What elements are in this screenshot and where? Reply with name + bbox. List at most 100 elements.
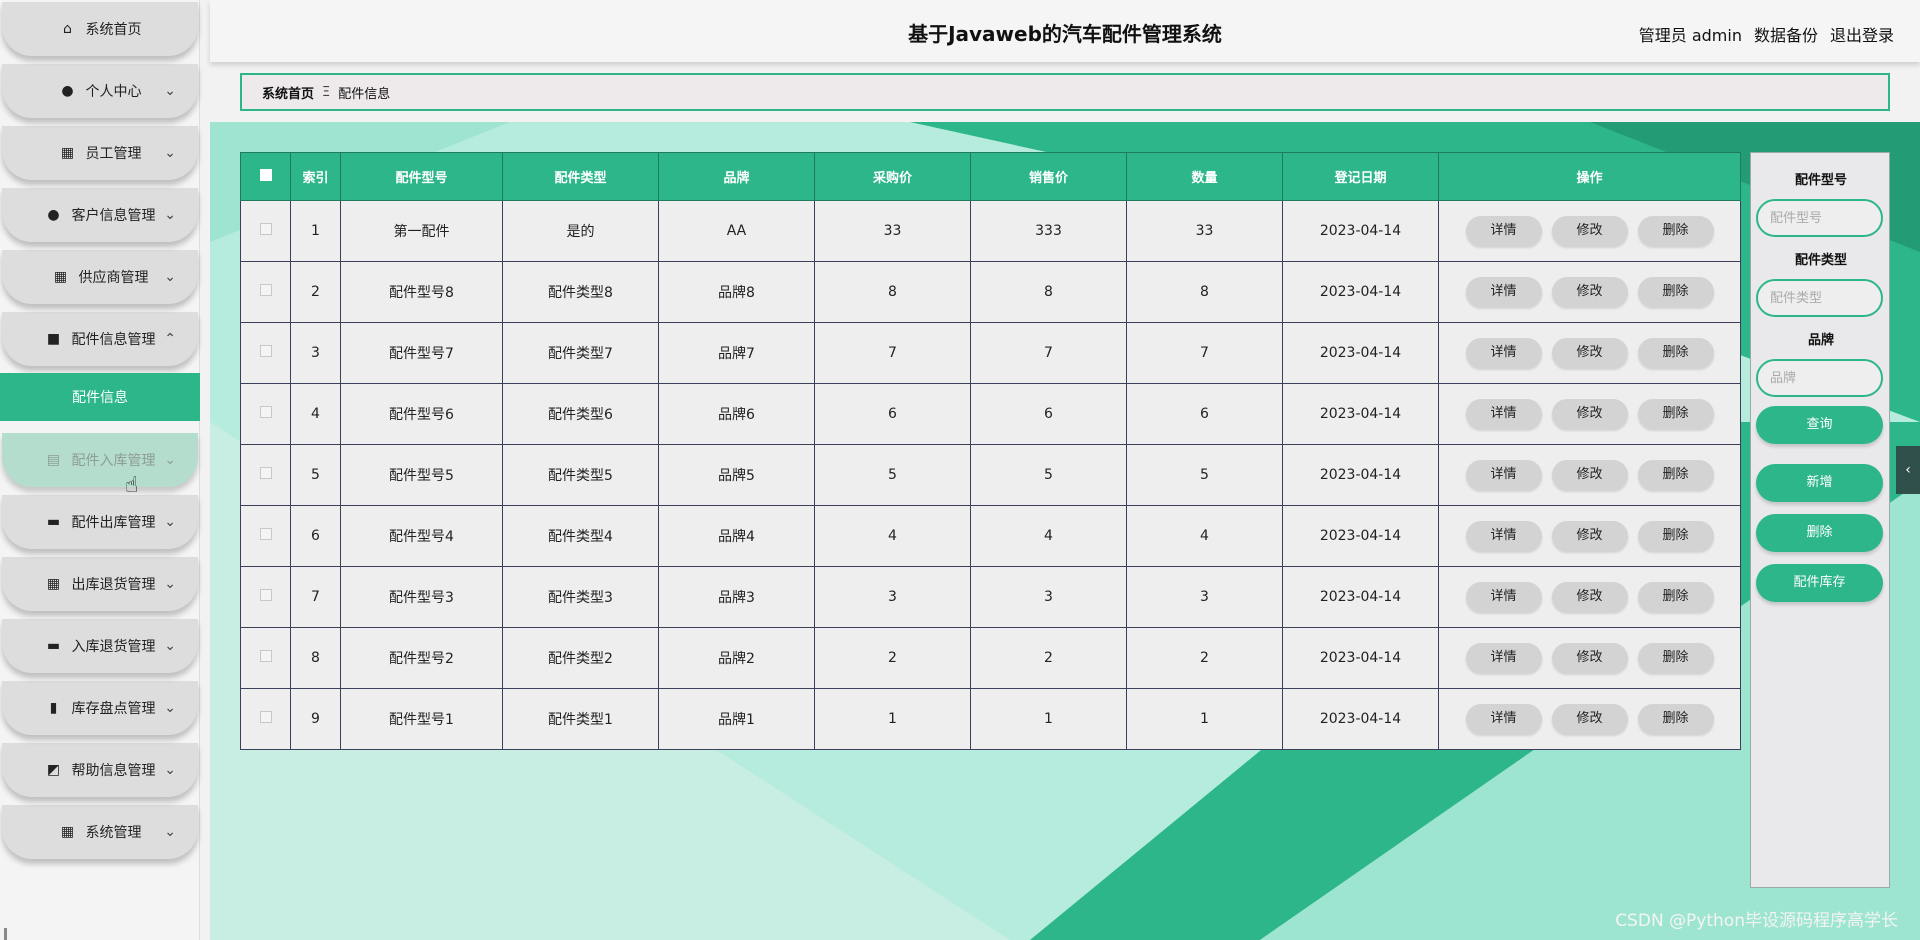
- detail-button[interactable]: 详情: [1465, 460, 1542, 490]
- detail-button[interactable]: 详情: [1465, 216, 1542, 246]
- delete-button[interactable]: 删除: [1637, 704, 1714, 734]
- sidebar-scrollbar[interactable]: [4, 928, 7, 940]
- edit-button[interactable]: 修改: [1551, 460, 1628, 490]
- edit-button[interactable]: 修改: [1551, 643, 1628, 673]
- model-search-input[interactable]: [1756, 199, 1883, 237]
- breadcrumb-home[interactable]: 系统首页: [262, 83, 314, 102]
- table-row[interactable]: 2 配件型号8 配件类型8 品牌8 8 8 8 2023-04-14 详情 修改 删除: [240, 261, 1741, 323]
- cell-purchase: 4: [814, 505, 971, 567]
- submenu-item-parts-info[interactable]: 配件信息: [0, 373, 200, 421]
- cell-type: 配件类型1: [502, 688, 659, 750]
- row-checkbox[interactable]: [259, 711, 272, 723]
- sidebar-item-11[interactable]: ◩ 帮助信息管理 ⌄: [2, 743, 198, 797]
- delete-button[interactable]: 删除: [1637, 582, 1714, 612]
- cell-qty: 4: [1126, 505, 1283, 567]
- row-checkbox[interactable]: [259, 406, 272, 418]
- row-checkbox[interactable]: [259, 345, 272, 357]
- row-checkbox[interactable]: [259, 223, 272, 235]
- edit-button[interactable]: 修改: [1551, 399, 1628, 429]
- row-checkbox[interactable]: [259, 650, 272, 662]
- brand-search-input[interactable]: [1756, 359, 1883, 397]
- edit-button[interactable]: 修改: [1551, 338, 1628, 368]
- sidebar-item-2[interactable]: ▦ 员工管理 ⌄: [2, 126, 198, 180]
- cell-brand: 品牌1: [658, 688, 815, 750]
- detail-button[interactable]: 详情: [1465, 277, 1542, 307]
- table-row[interactable]: 1 第一配件 是的 AA 33 333 33 2023-04-14 详情 修改 删除: [240, 200, 1741, 262]
- table-row[interactable]: 6 配件型号4 配件类型4 品牌4 4 4 4 2023-04-14 详情 修改 删除: [240, 505, 1741, 567]
- sidebar-item-label: 配件信息管理: [71, 332, 156, 348]
- table-row[interactable]: 8 配件型号2 配件类型2 品牌2 2 2 2 2023-04-14 详情 修改 删除: [240, 627, 1741, 689]
- table-row[interactable]: 5 配件型号5 配件类型5 品牌5 5 5 5 2023-04-14 详情 修改 删除: [240, 444, 1741, 506]
- select-all-checkbox[interactable]: [259, 168, 272, 181]
- parts-table: 索引 配件型号 配件类型 品牌 采购价 销售价 数量 登记日期 操作 1 第一配件 是的 AA 33 33…: [240, 152, 1741, 750]
- sidebar-item-3[interactable]: ● 客户信息管理 ⌄: [2, 188, 198, 242]
- row-checkbox[interactable]: [259, 284, 272, 296]
- edit-button[interactable]: 修改: [1551, 216, 1628, 246]
- edit-button[interactable]: 修改: [1551, 704, 1628, 734]
- cell-date: 2023-04-14: [1282, 566, 1439, 628]
- add-button[interactable]: 新增: [1756, 464, 1883, 502]
- sidebar: ▦ 系统管理 ⌄ ◩ 帮助信息管理 ⌄ ▮ 库存盘点管理 ⌄ ▬ 入库退货管理 ⌄ ▦ 出库退货管理 ⌄ ▬ 配…: [0, 0, 200, 940]
- detail-button[interactable]: 详情: [1465, 521, 1542, 551]
- table-row[interactable]: 4 配件型号6 配件类型6 品牌6 6 6 6 2023-04-14 详情 修改 删除: [240, 383, 1741, 445]
- sidebar-item-1[interactable]: ● 个人中心 ⌄: [2, 64, 198, 118]
- edit-button[interactable]: 修改: [1551, 521, 1628, 551]
- watermark: CSDN @Python毕设源码程序高学长: [1615, 911, 1898, 931]
- row-checkbox[interactable]: [259, 589, 272, 601]
- breadcrumb-current: 配件信息: [338, 86, 391, 102]
- sidebar-item-0[interactable]: ⌂ 系统首页: [2, 2, 198, 56]
- logout-link[interactable]: 退出登录: [1830, 22, 1894, 46]
- batch-delete-button[interactable]: 删除: [1756, 514, 1883, 552]
- chevron-down-icon: ⌄: [164, 145, 176, 161]
- parts-stock-button[interactable]: 配件库存: [1756, 564, 1883, 602]
- sidebar-item-8[interactable]: ▦ 出库退货管理 ⌄: [2, 557, 198, 611]
- cell-model: 第一配件: [340, 200, 503, 262]
- sidebar-item-9[interactable]: ▬ 入库退货管理 ⌄: [2, 619, 198, 673]
- apps-icon: ▦: [60, 824, 75, 840]
- cell-date: 2023-04-14: [1282, 688, 1439, 750]
- sidebar-item-12[interactable]: ▦ 系统管理 ⌄: [2, 805, 198, 859]
- table-row[interactable]: 9 配件型号1 配件类型1 品牌1 1 1 1 2023-04-14 详情 修改 删除: [240, 688, 1741, 750]
- search-panel: 配件型号 配件类型 品牌 查询 新增 删除 配件库存: [1750, 152, 1890, 888]
- sidebar-item-7[interactable]: ▬ 配件出库管理 ⌄: [2, 495, 198, 549]
- chevron-down-icon: ⌄: [164, 514, 176, 530]
- cell-qty: 6: [1126, 383, 1283, 445]
- delete-button[interactable]: 删除: [1637, 399, 1714, 429]
- table-row[interactable]: 3 配件型号7 配件类型7 品牌7 7 7 7 2023-04-14 详情 修改 删除: [240, 322, 1741, 384]
- sidebar-item-label: 系统管理: [85, 825, 142, 841]
- row-checkbox[interactable]: [259, 528, 272, 540]
- edit-button[interactable]: 修改: [1551, 277, 1628, 307]
- cell-sale: 6: [970, 383, 1127, 445]
- detail-button[interactable]: 详情: [1465, 338, 1542, 368]
- detail-button[interactable]: 详情: [1465, 399, 1542, 429]
- delete-button[interactable]: 删除: [1637, 643, 1714, 673]
- type-search-input[interactable]: [1756, 279, 1883, 317]
- cell-model: 配件型号1: [340, 688, 503, 750]
- query-button[interactable]: 查询: [1756, 406, 1883, 444]
- submenu-item-label: 配件信息: [72, 390, 128, 406]
- row-checkbox[interactable]: [259, 467, 272, 479]
- backup-link[interactable]: 数据备份: [1754, 22, 1818, 46]
- delete-button[interactable]: 删除: [1637, 338, 1714, 368]
- cell-actions: 详情 修改 删除: [1438, 444, 1741, 506]
- detail-button[interactable]: 详情: [1465, 704, 1542, 734]
- collapse-panel-chevron-icon[interactable]: ‹: [1896, 446, 1920, 494]
- sidebar-item-10[interactable]: ▮ 库存盘点管理 ⌄: [2, 681, 198, 735]
- cell-type: 配件类型2: [502, 627, 659, 689]
- sidebar-item-5[interactable]: ■ 配件信息管理 ⌃: [2, 312, 198, 366]
- delete-button[interactable]: 删除: [1637, 216, 1714, 246]
- delete-button[interactable]: 删除: [1637, 277, 1714, 307]
- detail-button[interactable]: 详情: [1465, 643, 1542, 673]
- cell-actions: 详情 修改 删除: [1438, 505, 1741, 567]
- delete-button[interactable]: 删除: [1637, 521, 1714, 551]
- delete-button[interactable]: 删除: [1637, 460, 1714, 490]
- cell-model: 配件型号5: [340, 444, 503, 506]
- sidebar-item-4[interactable]: ▦ 供应商管理 ⌄: [2, 250, 198, 304]
- cell-purchase: 8: [814, 261, 971, 323]
- table-row[interactable]: 7 配件型号3 配件类型3 品牌3 3 3 3 2023-04-14 详情 修改 删除: [240, 566, 1741, 628]
- detail-button[interactable]: 详情: [1465, 582, 1542, 612]
- cell-date: 2023-04-14: [1282, 200, 1439, 262]
- sidebar-item-6[interactable]: ▤ 配件入库管理 ⌄: [2, 433, 198, 487]
- edit-button[interactable]: 修改: [1551, 582, 1628, 612]
- row-select-cell: [240, 627, 291, 689]
